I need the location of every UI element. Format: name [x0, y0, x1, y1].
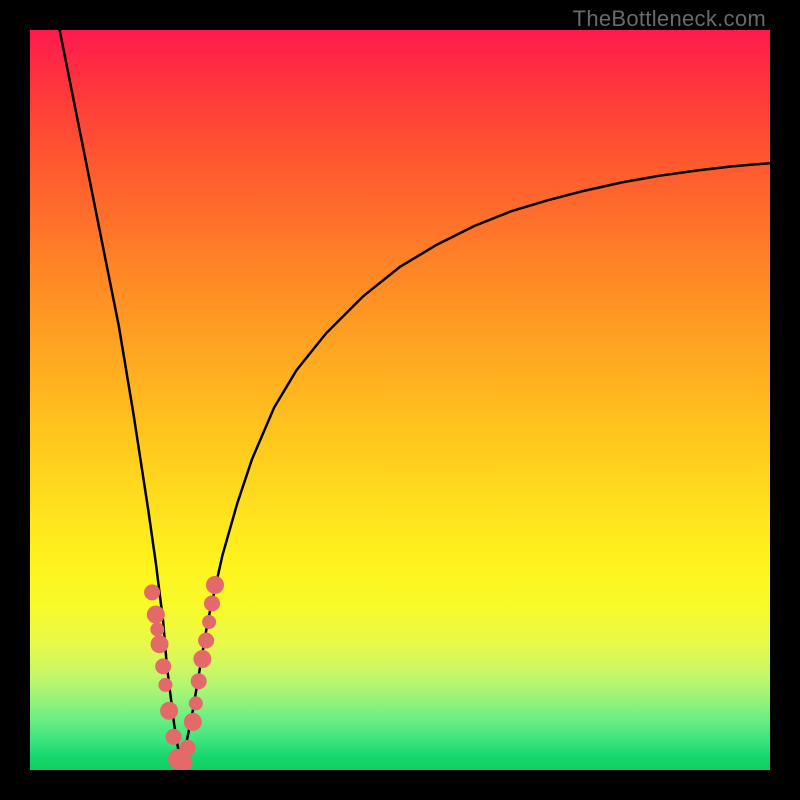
dot — [206, 576, 224, 594]
dot — [204, 596, 220, 612]
watermark-text: TheBottleneck.com — [573, 6, 766, 32]
dot — [155, 658, 171, 674]
dot — [180, 740, 196, 756]
dot — [193, 650, 211, 668]
dot — [166, 729, 182, 745]
dot — [160, 702, 178, 720]
dot — [184, 713, 202, 731]
dot — [189, 696, 203, 710]
dot — [150, 622, 164, 636]
dot — [151, 635, 169, 653]
dot — [158, 678, 172, 692]
dot — [198, 633, 214, 649]
dot — [191, 673, 207, 689]
curve-right-branch — [182, 163, 770, 770]
dot — [144, 584, 160, 600]
dot — [147, 606, 165, 624]
chart-frame: TheBottleneck.com — [0, 0, 800, 800]
chart-svg — [30, 30, 770, 770]
plot-area — [30, 30, 770, 770]
data-dots — [144, 576, 224, 770]
dot — [202, 615, 216, 629]
